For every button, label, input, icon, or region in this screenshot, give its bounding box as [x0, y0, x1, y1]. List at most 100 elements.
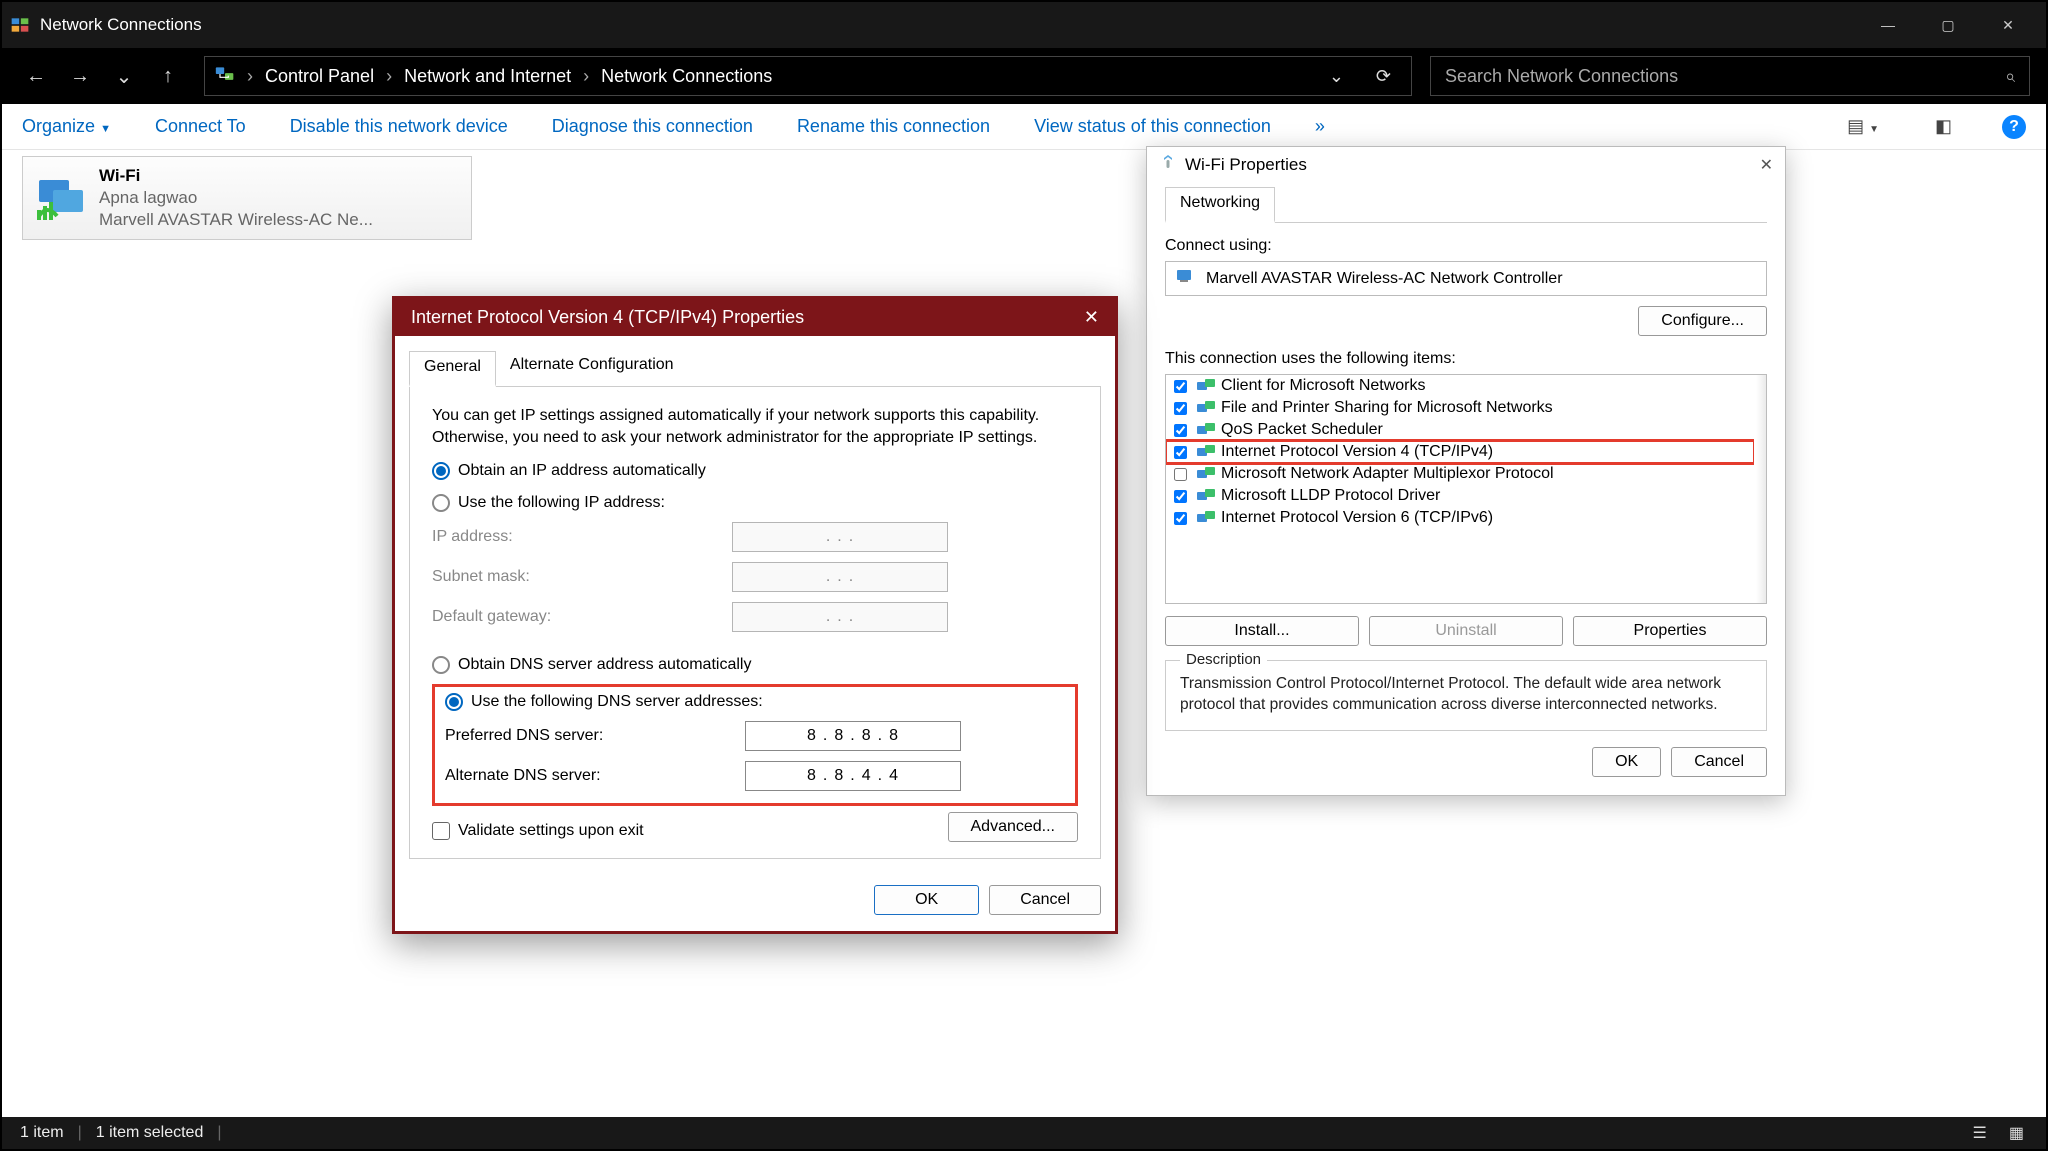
protocol-label: Internet Protocol Version 6 (TCP/IPv6) — [1221, 509, 1493, 527]
ipv4-ok-button[interactable]: OK — [874, 885, 979, 915]
dns-highlight-block: Use the following DNS server addresses: … — [432, 684, 1078, 806]
radio-icon — [432, 462, 450, 480]
breadcrumb-leaf[interactable]: Network Connections — [601, 66, 772, 87]
help-icon[interactable]: ? — [2002, 115, 2026, 139]
protocol-item[interactable]: File and Printer Sharing for Microsoft N… — [1166, 397, 1754, 419]
lbl-pref-dns: Preferred DNS server: — [445, 727, 745, 745]
ipv4-title: Internet Protocol Version 4 (TCP/IPv4) P… — [411, 307, 804, 328]
protocol-item[interactable]: Microsoft Network Adapter Multiplexor Pr… — [1166, 463, 1754, 485]
breadcrumb-mid[interactable]: Network and Internet — [404, 66, 571, 87]
radio-static-dns[interactable]: Use the following DNS server addresses: — [445, 693, 1065, 711]
items-listbox[interactable]: Client for Microsoft Networks File and Pr… — [1165, 374, 1767, 604]
nav-recent[interactable]: ⌄ — [106, 58, 142, 94]
toolbar-overflow[interactable]: » — [1315, 116, 1325, 137]
breadcrumb-dropdown[interactable]: ⌄ — [1319, 66, 1354, 87]
content-area: Wi-Fi Apna lagwao Marvell AVASTAR Wirele… — [2, 150, 2046, 1117]
install-button[interactable]: Install... — [1165, 616, 1359, 646]
ipv4-cancel-button[interactable]: Cancel — [989, 885, 1101, 915]
adapter-icon — [1176, 268, 1196, 289]
scrollbar[interactable] — [1756, 375, 1766, 603]
connection-tile-wifi[interactable]: Wi-Fi Apna lagwao Marvell AVASTAR Wirele… — [22, 156, 472, 240]
protocol-label: Client for Microsoft Networks — [1221, 377, 1426, 395]
wifi-ok-button[interactable]: OK — [1592, 747, 1661, 777]
protocol-icon — [1197, 489, 1215, 503]
protocol-item[interactable]: Internet Protocol Version 4 (TCP/IPv4) — [1166, 441, 1754, 463]
connect-to[interactable]: Connect To — [155, 116, 246, 137]
search-placeholder: Search Network Connections — [1445, 66, 1678, 87]
adapter-box[interactable]: Marvell AVASTAR Wireless-AC Network Cont… — [1165, 261, 1767, 296]
wifi-tile-icon — [33, 170, 89, 226]
protocol-label: Microsoft LLDP Protocol Driver — [1221, 487, 1440, 505]
tab-general[interactable]: General — [409, 351, 496, 387]
organize-menu[interactable]: Organize ▼ — [22, 116, 111, 137]
gateway-field: ... — [732, 602, 948, 632]
large-icons-view-icon[interactable]: ▦ — [2005, 1123, 2028, 1143]
window-minimize[interactable]: — — [1858, 2, 1918, 48]
protocol-checkbox[interactable] — [1174, 512, 1187, 525]
wifi-props-titlebar: Wi-Fi Properties ✕ — [1147, 147, 1785, 182]
ipv4-titlebar: Internet Protocol Version 4 (TCP/IPv4) P… — [395, 299, 1115, 336]
sep-icon: › — [583, 66, 589, 87]
nav-forward[interactable]: → — [62, 58, 98, 94]
wifi-props-title: Wi-Fi Properties — [1185, 155, 1307, 175]
alternate-dns-field[interactable]: 8 . 8 . 4 . 4 — [745, 761, 961, 791]
radio-auto-ip[interactable]: Obtain an IP address automatically — [432, 462, 1078, 480]
wifi-properties-dialog: Wi-Fi Properties ✕ Networking Connect us… — [1146, 146, 1786, 796]
subnet-mask-field: ... — [732, 562, 948, 592]
protocol-item[interactable]: QoS Packet Scheduler — [1166, 419, 1754, 441]
radio-icon — [432, 494, 450, 512]
tab-networking[interactable]: Networking — [1165, 187, 1275, 223]
configure-button[interactable]: Configure... — [1638, 306, 1767, 336]
properties-button[interactable]: Properties — [1573, 616, 1767, 646]
window-maximize[interactable]: ▢ — [1918, 2, 1978, 48]
protocol-checkbox[interactable] — [1174, 468, 1187, 481]
tile-device: Marvell AVASTAR Wireless-AC Ne... — [99, 209, 373, 231]
nav-up[interactable]: ↑ — [150, 58, 186, 94]
search-box[interactable]: Search Network Connections ⌕ — [1430, 56, 2030, 96]
rename-connection[interactable]: Rename this connection — [797, 116, 990, 137]
refresh-icon[interactable]: ⟳ — [1366, 66, 1401, 87]
tile-name: Wi-Fi — [99, 165, 373, 187]
window-close[interactable]: ✕ — [1978, 2, 2038, 48]
preferred-dns-field[interactable]: 8 . 8 . 8 . 8 — [745, 721, 961, 751]
wifi-props-icon — [1159, 153, 1177, 176]
protocol-icon — [1197, 511, 1215, 525]
ipv4-intro: You can get IP settings assigned automat… — [432, 405, 1052, 448]
sep-icon: › — [386, 66, 392, 87]
protocol-item[interactable]: Microsoft LLDP Protocol Driver — [1166, 485, 1754, 507]
protocol-checkbox[interactable] — [1174, 490, 1187, 503]
view-status[interactable]: View status of this connection — [1034, 116, 1271, 137]
ip-address-field: ... — [732, 522, 948, 552]
wifi-props-close[interactable]: ✕ — [1760, 155, 1773, 175]
breadcrumb[interactable]: › Control Panel › Network and Internet ›… — [204, 56, 1412, 96]
preview-pane-icon[interactable]: ◧ — [1929, 116, 1958, 137]
protocol-icon — [1197, 423, 1215, 437]
view-layout-icon[interactable]: ▤ ▼ — [1841, 116, 1885, 137]
lbl-alt-dns: Alternate DNS server: — [445, 767, 745, 785]
protocol-checkbox[interactable] — [1174, 380, 1187, 393]
tab-alternate[interactable]: Alternate Configuration — [496, 350, 688, 386]
protocol-item[interactable]: Client for Microsoft Networks — [1166, 375, 1754, 397]
window-titlebar: Network Connections — ▢ ✕ — [2, 2, 2046, 48]
wifi-cancel-button[interactable]: Cancel — [1671, 747, 1767, 777]
radio-static-ip[interactable]: Use the following IP address: — [432, 494, 1078, 512]
diagnose-connection[interactable]: Diagnose this connection — [552, 116, 753, 137]
screen-root: Network Connections — ▢ ✕ ← → ⌄ ↑ › Cont… — [0, 0, 2048, 1151]
wifi-tabs: Networking — [1165, 186, 1767, 223]
protocol-checkbox[interactable] — [1174, 402, 1187, 415]
protocol-item[interactable]: Internet Protocol Version 6 (TCP/IPv6) — [1166, 507, 1754, 529]
radio-auto-dns[interactable]: Obtain DNS server address automatically — [432, 656, 1078, 674]
connect-using-label: Connect using: — [1165, 237, 1767, 255]
protocol-icon — [1197, 401, 1215, 415]
breadcrumb-root[interactable]: Control Panel — [265, 66, 374, 87]
protocol-checkbox[interactable] — [1174, 446, 1187, 459]
search-icon[interactable]: ⌕ — [2005, 66, 2015, 87]
nav-back[interactable]: ← — [18, 58, 54, 94]
radio-auto-ip-label: Obtain an IP address automatically — [458, 462, 706, 480]
ipv4-close[interactable]: ✕ — [1084, 307, 1099, 328]
protocol-checkbox[interactable] — [1174, 424, 1187, 437]
details-view-icon[interactable]: ☰ — [1969, 1123, 1991, 1143]
disable-device[interactable]: Disable this network device — [290, 116, 508, 137]
advanced-button[interactable]: Advanced... — [948, 812, 1079, 842]
radio-auto-dns-label: Obtain DNS server address automatically — [458, 656, 751, 674]
